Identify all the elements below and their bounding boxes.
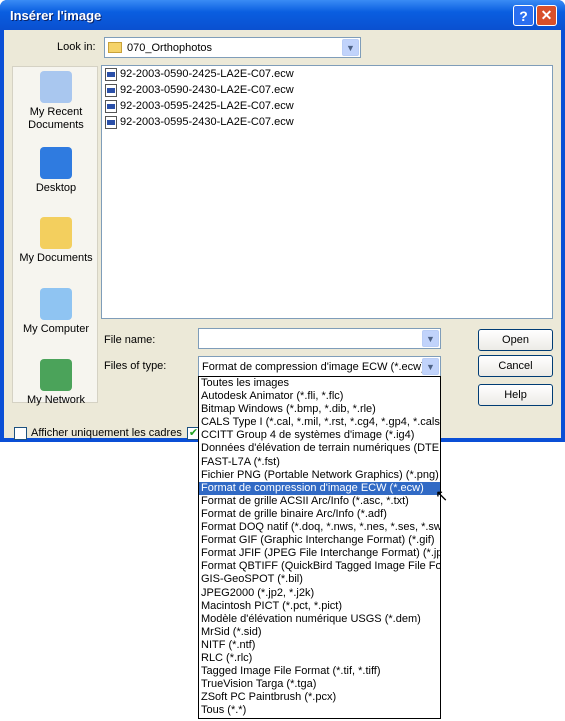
look-in-combo[interactable]: 070_Orthophotos ▼ bbox=[104, 37, 361, 58]
frames-only-label: Afficher uniquement les cadres bbox=[31, 427, 182, 439]
file-type-option[interactable]: CALS Type I (*.cal, *.mil, *.rst, *.cg4,… bbox=[199, 416, 440, 429]
file-type-option[interactable]: Bitmap Windows (*.bmp, *.dib, *.rle) bbox=[199, 403, 440, 416]
close-button[interactable]: ✕ bbox=[536, 5, 557, 26]
help-title-button[interactable]: ? bbox=[513, 5, 534, 26]
chevron-down-icon[interactable]: ▼ bbox=[422, 358, 439, 375]
cancel-button[interactable]: Cancel bbox=[478, 355, 553, 377]
file-type-option[interactable]: RLC (*.rlc) bbox=[199, 652, 440, 665]
my-network-icon bbox=[40, 359, 72, 391]
file-name-input[interactable]: ▼ bbox=[198, 328, 441, 349]
file-name: 92-2003-0595-2425-LA2E-C07.ecw bbox=[120, 100, 294, 112]
file-type-option[interactable]: MrSid (*.sid) bbox=[199, 626, 440, 639]
file-type-option[interactable]: Macintosh PICT (*.pct, *.pict) bbox=[199, 600, 440, 613]
folder-icon bbox=[108, 42, 122, 53]
file-item[interactable]: 92-2003-0595-2425-LA2E-C07.ecw bbox=[102, 98, 552, 114]
place-label: Desktop bbox=[35, 182, 77, 194]
chevron-down-icon[interactable]: ▼ bbox=[422, 330, 439, 347]
file-type-option[interactable]: Format JFIF (JPEG File Interchange Forma… bbox=[199, 547, 440, 560]
file-list[interactable]: 92-2003-0590-2425-LA2E-C07.ecw 92-2003-0… bbox=[101, 65, 553, 319]
file-item[interactable]: 92-2003-0590-2430-LA2E-C07.ecw bbox=[102, 82, 552, 98]
desktop-icon bbox=[40, 147, 72, 179]
ecw-file-icon bbox=[105, 99, 117, 113]
place-my-documents[interactable]: My Documents bbox=[13, 217, 99, 265]
file-name: 92-2003-0590-2430-LA2E-C07.ecw bbox=[120, 84, 294, 96]
mouse-cursor-icon: ↖ bbox=[435, 488, 449, 505]
files-of-type-value: Format de compression d'image ECW (*.ecw… bbox=[202, 360, 425, 373]
help-button[interactable]: Help bbox=[478, 384, 553, 406]
file-type-option[interactable]: Modèle d'élévation numérique USGS (*.dem… bbox=[199, 613, 440, 626]
ecw-file-icon bbox=[105, 115, 117, 129]
place-my-recent-documents[interactable]: My Recent Documents bbox=[13, 71, 99, 132]
file-type-option[interactable]: Toutes les images bbox=[199, 377, 440, 390]
files-of-type-label: Files of type: bbox=[104, 360, 167, 372]
file-type-option[interactable]: Tous (*.*) bbox=[199, 704, 440, 717]
files-of-type-select[interactable]: Format de compression d'image ECW (*.ecw… bbox=[198, 356, 441, 377]
file-item[interactable]: 92-2003-0590-2425-LA2E-C07.ecw bbox=[102, 66, 552, 82]
file-type-option[interactable]: Fichier PNG (Portable Network Graphics) … bbox=[199, 469, 440, 482]
place-label: My Documents bbox=[19, 252, 93, 264]
place-desktop[interactable]: Desktop bbox=[13, 147, 99, 195]
file-type-option[interactable]: Autodesk Animator (*.fli, *.flc) bbox=[199, 390, 440, 403]
look-in-label: Look in: bbox=[57, 41, 96, 53]
file-type-option[interactable]: Format de grille ACSII Arc/Info (*.asc, … bbox=[199, 495, 440, 508]
file-type-option[interactable]: Format GIF (Graphic Interchange Format) … bbox=[199, 534, 440, 547]
file-type-option[interactable]: FAST-L7A (*.fst) bbox=[199, 456, 440, 469]
file-type-option[interactable]: Format DOQ natif (*.doq, *.nws, *.nes, *… bbox=[199, 521, 440, 534]
look-in-value: 070_Orthophotos bbox=[127, 41, 213, 54]
frames-only-checkbox[interactable] bbox=[14, 427, 27, 440]
place-my-network[interactable]: My Network bbox=[13, 359, 99, 407]
file-type-option[interactable]: TrueVision Targa (*.tga) bbox=[199, 678, 440, 691]
file-type-option[interactable]: GIS-GeoSPOT (*.bil) bbox=[199, 573, 440, 586]
file-name: 92-2003-0590-2425-LA2E-C07.ecw bbox=[120, 68, 294, 80]
open-button[interactable]: Open bbox=[478, 329, 553, 351]
file-type-option[interactable]: NITF (*.ntf) bbox=[199, 639, 440, 652]
file-type-option[interactable]: Format QBTIFF (QuickBird Tagged Image Fi… bbox=[199, 560, 440, 573]
title-bar: Insérer l'image bbox=[0, 0, 565, 30]
file-type-option[interactable]: Format de grille binaire Arc/Info (*.adf… bbox=[199, 508, 440, 521]
ecw-file-icon bbox=[105, 67, 117, 81]
place-my-computer[interactable]: My Computer bbox=[13, 288, 99, 336]
recent-documents-icon bbox=[40, 71, 72, 103]
place-label: My Network bbox=[26, 394, 86, 406]
file-item[interactable]: 92-2003-0595-2430-LA2E-C07.ecw bbox=[102, 114, 552, 130]
file-name: 92-2003-0595-2430-LA2E-C07.ecw bbox=[120, 116, 294, 128]
chevron-down-icon[interactable]: ▼ bbox=[342, 39, 359, 56]
file-type-option[interactable]: CCITT Group 4 de systèmes d'image (*.ig4… bbox=[199, 429, 440, 442]
file-type-option[interactable]: Tagged Image File Format (*.tif, *.tiff) bbox=[199, 665, 440, 678]
file-name-label: File name: bbox=[104, 334, 156, 346]
places-bar: My Recent Documents Desktop My Documents… bbox=[12, 66, 99, 406]
place-label: My Recent Documents bbox=[28, 106, 84, 131]
my-computer-icon bbox=[40, 288, 72, 320]
file-type-option[interactable]: JPEG2000 (*.jp2, *.j2k) bbox=[199, 587, 440, 600]
files-of-type-dropdown-list[interactable]: Toutes les images Autodesk Animator (*.fl… bbox=[198, 376, 441, 719]
file-type-option[interactable]: Format de compression d'image ECW (*.ecw… bbox=[199, 481, 440, 495]
my-documents-icon bbox=[40, 217, 72, 249]
place-label: My Computer bbox=[22, 323, 90, 335]
file-type-option[interactable]: Données d'élévation de terrain numérique… bbox=[199, 442, 440, 455]
file-type-option[interactable]: ZSoft PC Paintbrush (*.pcx) bbox=[199, 691, 440, 704]
dialog-title: Insérer l'image bbox=[10, 7, 102, 23]
ecw-file-icon bbox=[105, 83, 117, 97]
